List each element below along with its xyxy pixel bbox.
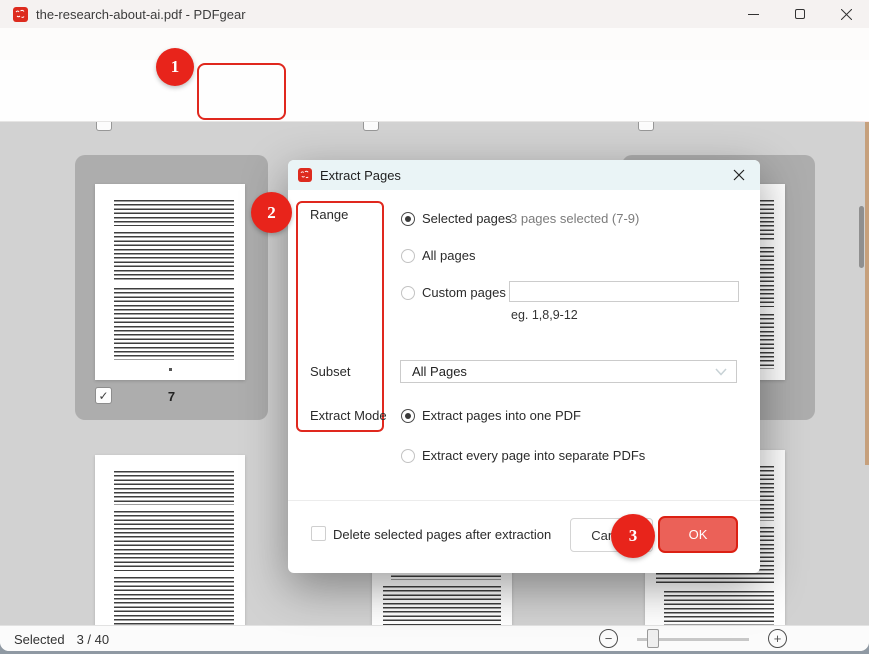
dialog-footer-divider [288,500,760,501]
custom-pages-label: Custom pages [422,285,506,300]
delete-after-extraction-checkbox[interactable] [311,526,326,541]
selected-count-value: 3 / 40 [77,632,110,647]
page7-number: 7 [75,389,268,404]
selected-count-label: Selected [14,632,65,647]
range-section-label: Range [310,207,348,222]
vertical-scrollbar[interactable] [859,206,864,268]
app-window: the-research-about-ai.pdf - PDFgear [0,0,869,651]
extract-one-pdf-label: Extract pages into one PDF [422,408,581,423]
maximize-button[interactable] [778,0,822,28]
page-checkbox[interactable] [638,122,654,131]
all-pages-radio[interactable] [401,249,415,263]
subset-dropdown-value: All Pages [412,364,467,379]
selected-pages-radio[interactable] [401,212,415,226]
page-checkbox[interactable] [363,122,379,131]
extract-one-pdf-radio[interactable] [401,409,415,423]
ok-button[interactable]: OK [658,516,738,553]
chevron-down-icon [715,368,727,376]
extract-separate-pdfs-label: Extract every page into separate PDFs [422,448,645,463]
status-bar: Selected 3 / 40 − + [0,625,869,651]
step-3-badge: 3 [611,514,655,558]
extract-separate-pdfs-radio[interactable] [401,449,415,463]
selected-pages-info: 3 pages selected (7-9) [510,211,639,226]
zoom-in-button[interactable]: + [768,629,787,648]
page7-thumbnail[interactable] [95,184,245,380]
subset-section-label: Subset [310,364,350,379]
pdfgear-logo-icon [298,168,312,182]
pdfgear-logo-icon [13,7,28,22]
page10-thumbnail[interactable] [95,455,245,625]
dialog-close-button[interactable] [727,164,751,186]
quick-toolbar: Home Comment Edit Form Page Tools Help [0,28,869,60]
dialog-title: Extract Pages [320,168,401,183]
delete-after-extraction-label: Delete selected pages after extraction [333,527,551,542]
zoom-slider-handle[interactable] [647,629,659,648]
extract-mode-section-label: Extract Mode [310,408,387,423]
custom-pages-input[interactable] [509,281,739,302]
custom-pages-radio[interactable] [401,286,415,300]
background-window-strip [865,122,869,465]
dialog-title-bar: Extract Pages [288,160,760,190]
extract-pages-dialog: Extract Pages Range Subset Extract Mode … [288,160,760,573]
selected-pages-label: Selected pages [422,211,512,226]
close-icon [733,169,745,181]
page-checkbox[interactable] [96,122,112,131]
range-section-highlight-box [296,201,384,432]
title-bar: the-research-about-ai.pdf - PDFgear [0,0,869,28]
custom-pages-hint: eg. 1,8,9-12 [511,308,578,322]
step-1-badge: 1 [156,48,194,86]
minimize-button[interactable] [731,0,775,28]
all-pages-label: All pages [422,248,475,263]
subset-dropdown[interactable]: All Pages [400,360,737,383]
zoom-out-button[interactable]: − [599,629,618,648]
close-window-button[interactable] [824,0,868,28]
page-ribbon: Extract Pages Delete Pages Insert Pages … [0,60,869,122]
window-title: the-research-about-ai.pdf - PDFgear [36,7,246,22]
step-2-badge: 2 [251,192,292,233]
